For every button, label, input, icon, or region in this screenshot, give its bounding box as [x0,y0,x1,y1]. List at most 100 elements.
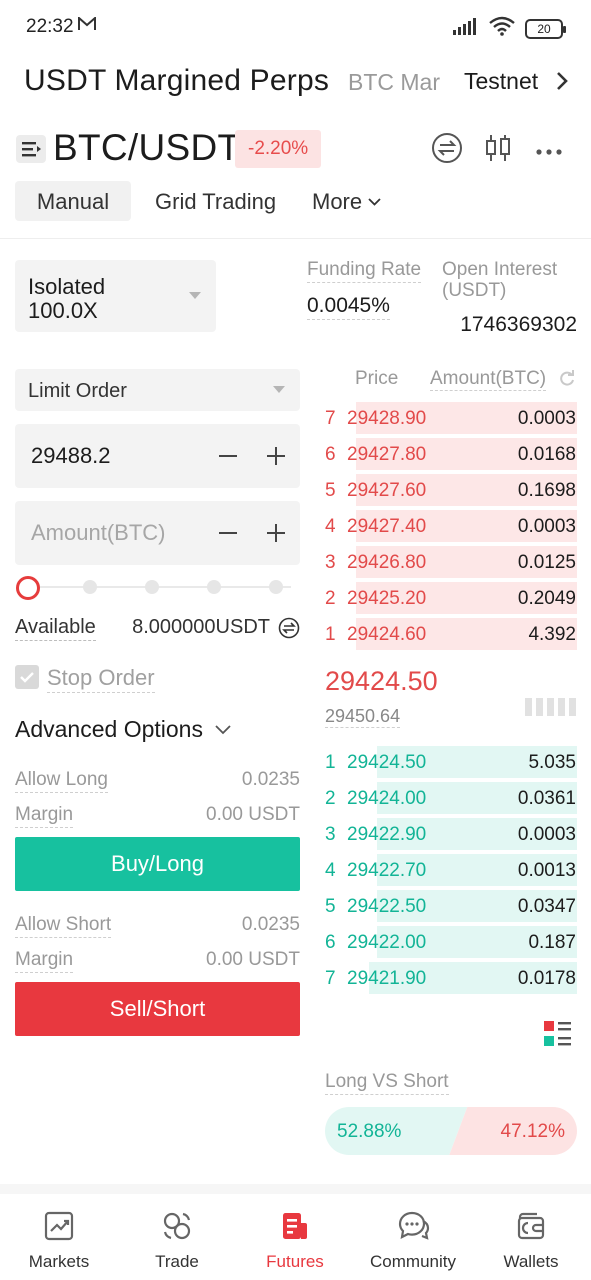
nav-futures-label: Futures [266,1252,324,1271]
nav-community[interactable]: Community [354,1200,472,1280]
margin-mode-select[interactable]: Isolated 100.0X [15,260,216,332]
slider-step-25[interactable] [83,580,97,594]
bid-row[interactable]: 2 29424.00 0.0361 [307,782,577,814]
price-decrease-button[interactable] [217,445,239,467]
orderbook-price-header: Price [355,368,399,389]
ask-row[interactable]: 1 29424.60 4.392 [307,618,577,650]
ask-level: 2 [325,588,336,609]
bid-row[interactable]: 6 29422.00 0.187 [307,926,577,958]
ask-row[interactable]: 2 29425.20 0.2049 [307,582,577,614]
amount-decrease-button[interactable] [217,522,239,544]
swap-icon[interactable] [431,132,463,169]
ask-price: 29427.60 [347,480,427,501]
available-value: 8.000000USDT [132,616,270,638]
tab-grid-trading[interactable]: Grid Trading [155,181,276,223]
available-balance: Available 8.000000USDT [15,614,300,641]
price-increase-button[interactable] [265,445,287,467]
tab-testnet[interactable]: Testnet [464,68,538,95]
order-type-select[interactable]: Limit Order [15,369,300,411]
order-type-label: Limit Order [28,380,127,402]
page-title[interactable]: USDT Margined Perps [24,64,329,98]
margin-mode-label: Isolated [28,274,106,299]
pair-header: BTC/USDT -2.20% [0,126,591,172]
bid-amount: 0.187 [528,932,576,953]
candlestick-icon[interactable] [484,132,512,169]
ask-row[interactable]: 3 29426.80 0.0125 [307,546,577,578]
amount-increase-button[interactable] [265,522,287,544]
ask-price: 29428.90 [347,408,427,429]
chevron-down-icon [215,722,231,740]
ask-price: 29425.20 [347,588,427,609]
orderbook-amount-header[interactable]: Amount(BTC) [430,368,547,391]
bid-amount: 0.0178 [517,968,576,989]
bid-row[interactable]: 7 29421.90 0.0178 [307,962,577,994]
price-input[interactable] [31,424,211,488]
advanced-options-toggle[interactable]: Advanced Options [15,716,300,746]
bid-price: 29421.90 [347,968,427,989]
nav-wallets[interactable]: Wallets [472,1200,590,1280]
bid-row[interactable]: 3 29422.90 0.0003 [307,818,577,850]
bid-amount: 0.0003 [517,824,576,845]
divider [0,1184,591,1194]
ask-row[interactable]: 4 29427.40 0.0003 [307,510,577,542]
caret-down-icon [189,292,201,299]
ask-price: 29426.80 [347,552,427,573]
bid-level: 2 [325,788,336,809]
ask-amount: 0.1698 [517,480,576,501]
pair-list-icon[interactable] [16,135,46,163]
ask-row[interactable]: 5 29427.60 0.1698 [307,474,577,506]
chevron-down-icon [368,198,381,206]
bid-row[interactable]: 5 29422.50 0.0347 [307,890,577,922]
bid-amount: 0.0361 [517,788,576,809]
signal-icon [453,17,479,40]
tab-manual[interactable]: Manual [15,181,131,221]
pair-name[interactable]: BTC/USDT [53,127,240,169]
slider-handle[interactable] [16,576,40,600]
exchange-icon [161,1210,193,1242]
stop-order-checkbox[interactable] [15,665,39,689]
funding-rate-label[interactable]: Funding Rate [307,259,422,283]
bid-amount: 5.035 [528,752,576,773]
bid-price: 29424.00 [347,788,427,809]
orderbook-layout-icon[interactable] [544,1021,572,1052]
amount-slider[interactable] [15,575,300,600]
bid-amount: 0.0013 [517,860,576,881]
nav-futures[interactable]: Futures [236,1200,354,1280]
bid-row[interactable]: 1 29424.50 5.035 [307,746,577,778]
bottom-navigation: Markets Trade Futures Community Wallets [0,1200,591,1280]
ask-row[interactable]: 6 29427.80 0.0168 [307,438,577,470]
transfer-icon[interactable] [278,617,300,644]
allow-short-label: Allow Short [15,914,112,938]
available-label: Available [15,616,96,641]
chart-icon [43,1210,75,1242]
bid-level: 1 [325,752,336,773]
more-options-icon[interactable] [536,143,562,161]
slider-step-100[interactable] [269,580,283,594]
buy-long-button[interactable]: Buy/Long [15,837,300,891]
open-interest-label: Open Interest (USDT) [442,259,558,301]
nav-markets[interactable]: Markets [0,1200,118,1280]
tab-more[interactable]: More [312,181,381,223]
slider-step-50[interactable] [145,580,159,594]
funding-rate-value: 0.0045% [307,294,390,320]
ask-amount: 0.0003 [517,408,576,429]
chevron-right-icon[interactable] [556,70,568,97]
battery-icon: 20 [525,18,566,39]
nav-trade[interactable]: Trade [118,1200,236,1280]
slider-step-75[interactable] [207,580,221,594]
amount-input[interactable] [31,501,211,565]
ask-level: 4 [325,516,336,537]
depth-indicator-icon[interactable] [525,698,576,716]
margin-short-label: Margin [15,949,74,973]
margin-long-label: Margin [15,804,74,828]
status-time: 22:32 [26,16,74,37]
tab-btc-margined[interactable]: BTC Mar [348,69,440,96]
bid-row[interactable]: 4 29422.70 0.0013 [307,854,577,886]
ask-level: 3 [325,552,336,573]
ask-amount: 0.0125 [517,552,576,573]
margin-short-value: 0.00 USDT [206,949,300,970]
refresh-icon[interactable] [559,369,575,393]
ask-row[interactable]: 7 29428.90 0.0003 [307,402,577,434]
sell-short-button[interactable]: Sell/Short [15,982,300,1036]
long-vs-short-bar: 52.88% 47.12% [325,1107,577,1155]
